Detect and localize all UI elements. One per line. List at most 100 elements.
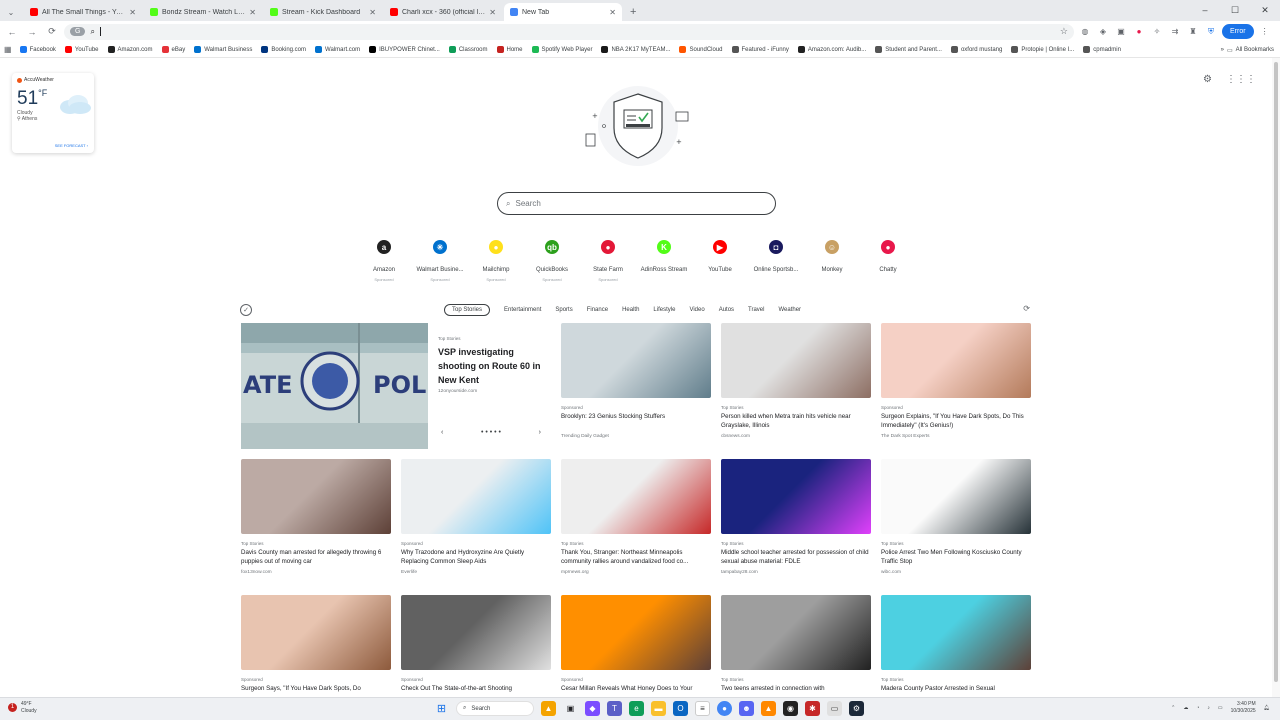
forward-button[interactable]: → <box>24 24 40 40</box>
carousel-next-button[interactable]: › <box>539 429 541 436</box>
news-category-tab[interactable]: Health <box>622 307 639 313</box>
news-card[interactable]: Top Stories Madera County Pastor Arrested… <box>881 595 1031 706</box>
bookmark-item[interactable]: Walmart.com <box>315 46 360 53</box>
top-site-tile[interactable]: ● Mailchimp Sponsored <box>468 240 524 282</box>
extension-icon[interactable]: ♜ <box>1186 25 1200 39</box>
scrollbar-thumb[interactable] <box>1274 62 1278 682</box>
cast-icon[interactable]: ⇉ <box>1168 25 1182 39</box>
copilot-icon[interactable]: ◆ <box>585 701 600 716</box>
news-card[interactable]: Top Stories Middle school teacher arreste… <box>721 459 871 575</box>
featured-news-title[interactable]: VSP investigating shooting on Route 60 i… <box>438 346 546 388</box>
tray-chevron-icon[interactable]: ⌃ <box>1171 705 1175 711</box>
news-card-title[interactable]: Surgeon Explains, "If You Have Dark Spot… <box>881 413 1031 431</box>
news-card[interactable]: Sponsored Brooklyn: 23 Genius Stocking St… <box>561 323 711 439</box>
news-card-image[interactable] <box>401 595 551 670</box>
news-category-tab[interactable]: Sports <box>555 307 572 313</box>
news-feed-icon[interactable]: ✓ <box>240 304 252 316</box>
weather-widget[interactable]: AccuWeather 51°F Cloudy ⚲ Athens SEE FOR… <box>12 73 94 153</box>
volume-icon[interactable]: ♪ <box>1207 705 1210 711</box>
search-box[interactable]: ⌕ Search <box>497 192 776 215</box>
news-card-image[interactable] <box>721 459 871 534</box>
windows-start-icon[interactable]: ⊞ <box>434 701 449 716</box>
outlook-icon[interactable]: O <box>673 701 688 716</box>
tab-3[interactable]: Charli xcx - 360 (official lyric vi ✕ <box>384 3 502 21</box>
page-scrollbar[interactable] <box>1272 58 1280 697</box>
tab-4[interactable]: New Tab ✕ <box>504 3 622 21</box>
notepad-icon[interactable]: ≡ <box>695 701 710 716</box>
minimize-button[interactable]: – <box>1190 0 1220 20</box>
taskbar-search[interactable]: ⌕ Search <box>456 701 534 716</box>
address-bar-value[interactable] <box>99 27 101 36</box>
news-category-tab[interactable]: Video <box>689 307 704 313</box>
top-site-tile[interactable]: ✳ Walmart Busine... Sponsored <box>412 240 468 282</box>
news-card-title[interactable]: Davis County man arrested for allegedly … <box>241 549 391 567</box>
news-category-tab[interactable]: Lifestyle <box>653 307 675 313</box>
news-card[interactable]: Sponsored Why Trazodone and Hydroxyzine A… <box>401 459 551 575</box>
app-icon[interactable]: ✱ <box>805 701 820 716</box>
news-card[interactable]: Sponsored Surgeon Explains, "If You Have … <box>881 323 1031 439</box>
news-card[interactable]: Sponsored Check Out The State-of-the-art … <box>401 595 551 706</box>
bookmark-item[interactable]: Home <box>496 46 523 53</box>
news-category-tab[interactable]: Autos <box>719 307 734 313</box>
news-category-tab[interactable]: Finance <box>587 307 608 313</box>
news-card-image[interactable] <box>241 459 391 534</box>
bookmark-item[interactable]: Facebook <box>19 46 56 53</box>
news-card[interactable]: Top Stories Person killed when Metra trai… <box>721 323 871 439</box>
refresh-icon[interactable]: ⟳ <box>1023 304 1030 313</box>
news-card-image[interactable] <box>401 459 551 534</box>
top-site-tile[interactable]: K AdinRoss Stream <box>636 240 692 282</box>
news-card[interactable]: Top Stories Police Arrest Two Men Followi… <box>881 459 1031 575</box>
search-engine-chip[interactable]: G <box>70 27 86 36</box>
chrome-icon[interactable]: ● <box>717 701 732 716</box>
bookmark-item[interactable]: cpmadmin <box>1083 46 1121 53</box>
extension-icon[interactable]: ◈ <box>1096 25 1110 39</box>
steam-icon[interactable]: ▭ <box>827 701 842 716</box>
extensions-puzzle-icon[interactable]: ✧ <box>1150 25 1164 39</box>
edge-icon[interactable]: e <box>629 701 644 716</box>
obs-icon[interactable]: ◉ <box>783 701 798 716</box>
news-category-tab[interactable]: Weather <box>778 307 801 313</box>
wifi-icon[interactable]: ◔ <box>1196 705 1199 711</box>
news-card-title[interactable]: Brooklyn: 23 Genius Stocking Stuffers <box>561 413 711 431</box>
news-card-title[interactable]: Thank You, Stranger: Northeast Minneapol… <box>561 549 711 567</box>
see-forecast-link[interactable]: SEE FORECAST › <box>55 143 88 148</box>
bookmark-item[interactable]: NBA 2K17 MyTEAM... <box>601 46 670 53</box>
settings-gear-icon[interactable]: ⚙ <box>1203 74 1212 85</box>
maximize-button[interactable]: ☐ <box>1220 0 1250 20</box>
news-card-image[interactable] <box>241 595 391 670</box>
featured-news-card[interactable]: ATE POLIC Top Stories VSP investigating … <box>241 323 552 449</box>
news-card[interactable]: Top Stories Two teens arrested in connect… <box>721 595 871 706</box>
error-button[interactable]: Error <box>1222 24 1254 39</box>
news-category-tab[interactable]: Top Stories <box>444 304 491 316</box>
new-tab-button[interactable]: + <box>622 3 644 21</box>
top-site-tile[interactable]: a Amazon Sponsored <box>356 240 412 282</box>
bookmark-item[interactable]: Student and Parent... <box>875 46 942 53</box>
bookmark-item[interactable]: Walmart Business <box>194 46 252 53</box>
news-card-image[interactable] <box>721 323 871 398</box>
bookmark-item[interactable]: Amazon.com <box>107 46 153 53</box>
menu-icon[interactable]: ⋮ <box>1258 25 1272 39</box>
bookmark-item[interactable]: Amazon.com: Audib... <box>797 46 866 53</box>
bookmark-item[interactable]: Protopie | Online I... <box>1011 46 1074 53</box>
news-card-image[interactable] <box>721 595 871 670</box>
top-site-tile[interactable]: ◘ Online Sportsb... <box>748 240 804 282</box>
extension-icon[interactable]: ◍ <box>1078 25 1092 39</box>
extension-icon[interactable]: ● <box>1132 25 1146 39</box>
news-card-image[interactable] <box>561 323 711 398</box>
carousel-prev-button[interactable]: ‹ <box>441 429 443 436</box>
news-category-tab[interactable]: Entertainment <box>504 307 541 313</box>
vlc-icon[interactable]: ▲ <box>761 701 776 716</box>
bookmark-item[interactable]: YouTube <box>64 46 99 53</box>
bookmark-item[interactable]: Booking.com <box>261 46 306 53</box>
bookmark-item[interactable]: eBay <box>161 46 185 53</box>
carousel-dots[interactable]: • • • • • <box>481 429 501 436</box>
teams-icon[interactable]: T <box>607 701 622 716</box>
news-card[interactable]: Sponsored Cesar Millan Reveals What Honey… <box>561 595 711 706</box>
notifications-bell-icon[interactable]: 🔔︎ <box>1264 705 1270 711</box>
tab-0[interactable]: All The Small Things - YouTube ✕ <box>24 3 142 21</box>
steam-client-icon[interactable]: ⚙ <box>849 701 864 716</box>
top-site-tile[interactable]: ▶ YouTube <box>692 240 748 282</box>
close-tab-icon[interactable]: ✕ <box>249 8 256 17</box>
bookmark-item[interactable]: Classroom <box>448 46 488 53</box>
news-card[interactable]: Top Stories Davis County man arrested for… <box>241 459 391 575</box>
